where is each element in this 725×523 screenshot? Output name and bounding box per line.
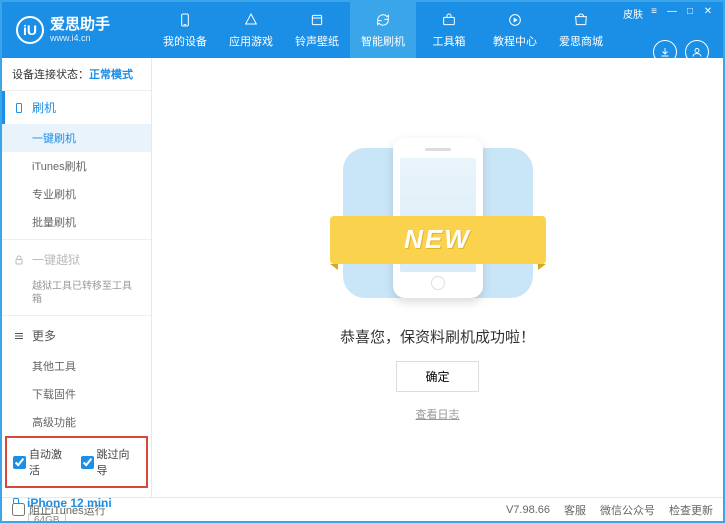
menu-button[interactable]: ≡ [647,6,661,21]
sidebar-item-oneclick-flash[interactable]: 一键刷机 [2,124,151,152]
view-log-link[interactable]: 查看日志 [416,406,460,422]
refresh-icon [374,11,392,29]
sidebar: 设备连接状态：正常模式 刷机 一键刷机 iTunes刷机 专业刷机 批量刷机 一… [2,58,152,497]
version-label: V7.98.66 [506,504,550,516]
top-nav: 我的设备 应用游戏 铃声壁纸 智能刷机 工具箱 教程中心 [152,2,614,58]
sidebar-item-batch-flash[interactable]: 批量刷机 [2,208,151,236]
service-link[interactable]: 客服 [564,502,586,518]
appstore-icon [242,11,260,29]
sidebar-item-itunes-flash[interactable]: iTunes刷机 [2,152,151,180]
tutorial-icon [506,11,524,29]
sidebar-item-download-firmware[interactable]: 下载固件 [2,380,151,408]
app-url: www.i4.cn [50,34,110,43]
checkbox-input[interactable] [12,503,25,516]
wechat-link[interactable]: 微信公众号 [600,502,655,518]
section-label: 刷机 [32,99,56,116]
nav-flash[interactable]: 智能刷机 [350,2,416,58]
body: 设备连接状态：正常模式 刷机 一键刷机 iTunes刷机 专业刷机 批量刷机 一… [2,58,723,497]
sidebar-section-more[interactable]: 更多 [2,319,151,352]
nav-label: 爱思商城 [559,33,603,49]
footer-right: V7.98.66 客服 微信公众号 检查更新 [506,502,713,518]
nav-toolbox[interactable]: 工具箱 [416,2,482,58]
section-label: 更多 [32,327,56,344]
checkbox-auto-activate[interactable]: 自动激活 [13,446,73,478]
section-label: 一键越狱 [32,251,80,268]
jailbreak-note: 越狱工具已转移至工具箱 [2,276,151,312]
more-sublist: 其他工具 下载固件 高级功能 [2,352,151,436]
new-banner: NEW [330,216,546,264]
nav-label: 应用游戏 [229,33,273,49]
conn-value: 正常模式 [89,69,133,81]
nav-apps[interactable]: 应用游戏 [218,2,284,58]
minimize-button[interactable]: — [665,6,679,21]
flash-sublist: 一键刷机 iTunes刷机 专业刷机 批量刷机 [2,124,151,236]
nav-my-device[interactable]: 我的设备 [152,2,218,58]
sidebar-section-jailbreak[interactable]: 一键越狱 [2,243,151,276]
nav-ringtones[interactable]: 铃声壁纸 [284,2,350,58]
checkbox-label: 跳过向导 [97,446,141,478]
nav-label: 智能刷机 [361,33,405,49]
sidebar-item-other-tools[interactable]: 其他工具 [2,352,151,380]
header-controls: 皮肤 ≡ — □ ✕ [623,6,715,21]
header: iU 爱思助手 www.i4.cn 我的设备 应用游戏 铃声壁纸 智能刷机 [2,2,723,58]
phone-icon [12,101,26,115]
nav-label: 铃声壁纸 [295,33,339,49]
ok-button[interactable]: 确定 [396,361,478,392]
main-content: NEW 恭喜您，保资料刷机成功啦！ 确定 查看日志 [152,58,723,497]
checkbox-input[interactable] [13,456,26,469]
connection-status: 设备连接状态：正常模式 [2,58,151,91]
nav-label: 教程中心 [493,33,537,49]
lock-icon [12,253,26,267]
logo-icon: iU [16,16,44,44]
media-icon [308,11,326,29]
nav-tutorials[interactable]: 教程中心 [482,2,548,58]
checkbox-row: 自动激活 跳过向导 [5,436,148,488]
toolbox-icon [440,11,458,29]
checkbox-skip-guide[interactable]: 跳过向导 [81,446,141,478]
logo[interactable]: iU 爱思助手 www.i4.cn [2,16,152,44]
maximize-button[interactable]: □ [683,6,697,21]
conn-label: 设备连接状态： [12,69,89,81]
nav-label: 我的设备 [163,33,207,49]
more-icon [12,329,26,343]
sidebar-section-flash[interactable]: 刷机 [2,91,151,124]
check-update-link[interactable]: 检查更新 [669,502,713,518]
success-message: 恭喜您，保资料刷机成功啦！ [340,326,535,347]
skin-button[interactable]: 皮肤 [623,6,643,21]
store-icon [572,11,590,29]
app-name: 爱思助手 [50,17,110,32]
nav-store[interactable]: 爱思商城 [548,2,614,58]
checkbox-input[interactable] [81,456,94,469]
phone-icon [176,11,194,29]
app-window: iU 爱思助手 www.i4.cn 我的设备 应用游戏 铃声壁纸 智能刷机 [0,0,725,523]
close-button[interactable]: ✕ [701,6,715,21]
checkbox-label: 阻止iTunes运行 [29,502,106,518]
checkbox-label: 自动激活 [29,446,73,478]
sidebar-item-advanced[interactable]: 高级功能 [2,408,151,436]
nav-label: 工具箱 [433,33,466,49]
sidebar-item-pro-flash[interactable]: 专业刷机 [2,180,151,208]
success-illustration: NEW [338,134,538,314]
checkbox-block-itunes[interactable]: 阻止iTunes运行 [12,502,106,518]
footer: 阻止iTunes运行 V7.98.66 客服 微信公众号 检查更新 [2,497,723,521]
